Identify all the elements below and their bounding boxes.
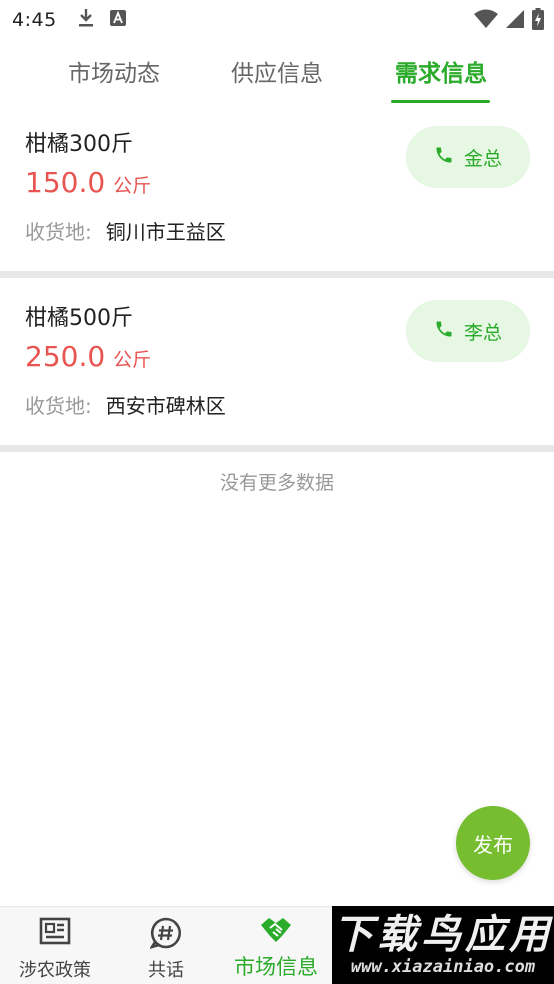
status-time: 4:45: [12, 9, 57, 31]
price-value: 250.0: [25, 340, 106, 373]
watermark-url: www.xiazainiao.com: [350, 957, 536, 977]
publish-button[interactable]: 发布: [456, 806, 530, 880]
price-unit: 公斤: [113, 175, 152, 197]
tab-market-news[interactable]: 市场动态: [64, 54, 164, 88]
call-contact-button[interactable]: 金总: [406, 126, 530, 188]
call-contact-button[interactable]: 李总: [406, 300, 530, 362]
listing-price: 250.0 公斤: [25, 340, 151, 373]
news-icon: [39, 917, 71, 949]
card-divider: [0, 445, 554, 452]
price-unit: 公斤: [113, 349, 152, 371]
wifi-icon: [474, 9, 498, 33]
status-bar: 4:45: [0, 0, 554, 40]
listing-price: 150.0 公斤: [25, 166, 151, 199]
listing-address: 收货地: 西安市碑林区: [25, 390, 226, 419]
watermark-logo: 下载鸟应用 www.xiazainiao.com: [332, 906, 554, 984]
contact-name: 李总: [463, 321, 502, 344]
category-tabs: 市场动态 供应信息 需求信息: [0, 50, 554, 106]
handshake-icon: [259, 915, 293, 949]
nav-label: 涉农政策: [19, 960, 91, 981]
address-value: 铜川市王益区: [105, 220, 226, 244]
app-notification-icon: [109, 9, 127, 31]
no-more-data-text: 没有更多数据: [219, 472, 334, 494]
nav-item-policy[interactable]: 涉农政策: [0, 907, 110, 984]
listing-card[interactable]: 柑橘300斤 150.0 公斤 收货地: 铜川市王益区 金总: [0, 108, 554, 276]
battery-icon: [532, 8, 544, 34]
watermark-title: 下载鸟应用: [333, 911, 553, 958]
listing-card[interactable]: 柑橘500斤 250.0 公斤 收货地: 西安市碑林区 李总: [0, 282, 554, 450]
tab-supply-info[interactable]: 供应信息: [227, 54, 327, 88]
card-divider: [0, 271, 554, 278]
cell-signal-icon: [506, 9, 524, 33]
price-value: 150.0: [25, 166, 106, 199]
download-icon: [77, 8, 95, 32]
nav-item-discussion[interactable]: 共话: [111, 907, 221, 984]
listing-title: 柑橘500斤: [25, 306, 133, 331]
nav-label: 共话: [148, 960, 184, 981]
phone-icon: [434, 145, 454, 169]
address-label: 收货地:: [25, 394, 92, 418]
listing-title: 柑橘300斤: [25, 132, 133, 157]
nav-label: 市场信息: [234, 955, 318, 979]
address-label: 收货地:: [25, 220, 92, 244]
tab-demand-info[interactable]: 需求信息: [391, 54, 491, 88]
active-tab-indicator: [391, 100, 490, 103]
hashtag-chat-icon: [149, 917, 182, 953]
contact-name: 金总: [463, 147, 502, 170]
address-value: 西安市碑林区: [105, 394, 226, 418]
nav-item-market-info[interactable]: 市场信息: [221, 907, 331, 984]
listing-address: 收货地: 铜川市王益区: [25, 216, 226, 245]
phone-icon: [434, 319, 454, 343]
